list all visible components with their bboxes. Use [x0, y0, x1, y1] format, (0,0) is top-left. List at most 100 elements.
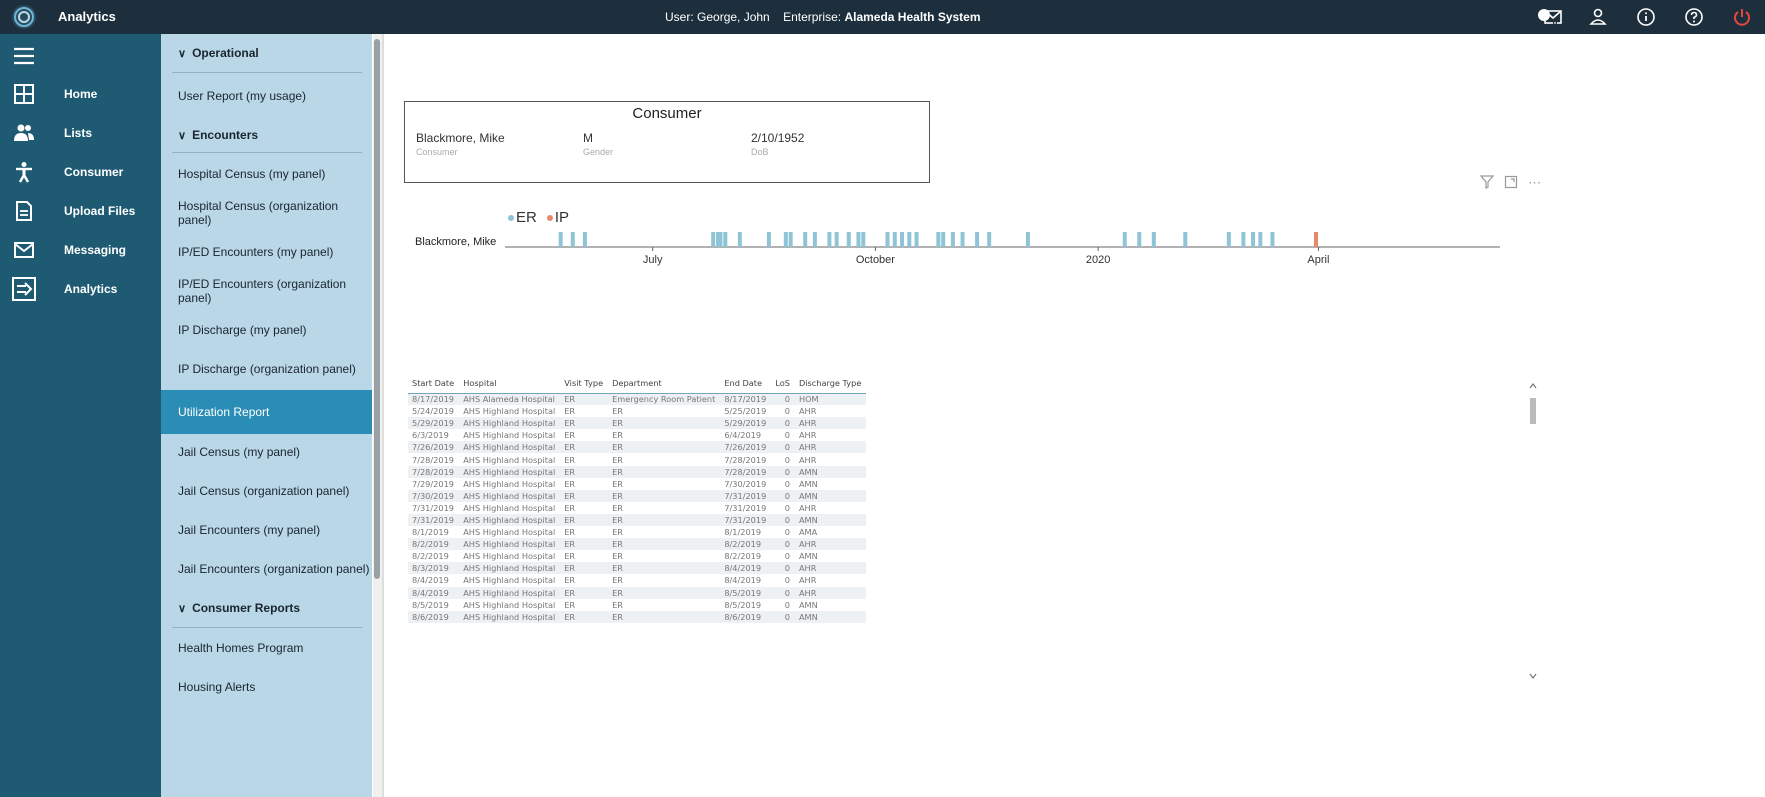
timeline-event-er[interactable]: [960, 232, 965, 247]
nav-section-encounters[interactable]: ∨ Encounters: [161, 113, 372, 157]
nav-item-hospital-census-my[interactable]: Hospital Census (my panel): [161, 152, 372, 196]
power-logout-icon[interactable]: [1729, 4, 1755, 30]
nav-item-hospital-census-org[interactable]: Hospital Census (organization panel): [161, 191, 372, 235]
legend-item-ip[interactable]: IP: [546, 209, 569, 226]
timeline-event-er[interactable]: [834, 232, 839, 247]
table-scrollbar-thumb[interactable]: [1530, 398, 1536, 424]
info-icon[interactable]: [1633, 4, 1659, 30]
focus-mode-icon[interactable]: [1504, 175, 1518, 192]
table-row[interactable]: 7/26/2019 AHS Highland Hospital ER ER 7/26/2…: [408, 441, 867, 454]
table-row[interactable]: 7/28/2019 AHS Highland Hospital ER ER 7/28/2…: [408, 465, 867, 478]
table-row[interactable]: 7/31/2019 AHS Highland Hospital ER ER 7/31/2…: [408, 502, 866, 514]
mail-notifications-icon[interactable]: 0: [1537, 4, 1563, 30]
sidebar-item-consumer[interactable]: Consumer: [0, 155, 161, 189]
table-scrollbar[interactable]: [1527, 378, 1539, 688]
nav-item-jail-encounters-my[interactable]: Jail Encounters (my panel): [161, 508, 372, 552]
timeline-event-er[interactable]: [1137, 232, 1142, 247]
nav-item-user-report[interactable]: User Report (my usage): [161, 74, 372, 118]
timeline-event-er[interactable]: [900, 232, 905, 247]
table-row[interactable]: 7/28/2019 AHS Highland Hospital ER ER 7/28/2…: [408, 453, 866, 465]
nav-item-jail-encounters-org[interactable]: Jail Encounters (organization panel): [161, 547, 372, 591]
timeline-event-ip[interactable]: [1314, 232, 1319, 247]
nav-item-utilization-report[interactable]: Utilization Report: [161, 390, 372, 434]
nav-item-iped-encounters-org[interactable]: IP/ED Encounters (organization panel): [161, 269, 372, 313]
column-header[interactable]: Department: [608, 374, 721, 394]
table-row[interactable]: 8/2/2019 AHS Highland Hospital ER ER 8/2/201…: [408, 550, 866, 562]
legend-item-er[interactable]: ER: [508, 209, 537, 226]
nav-item-health-homes[interactable]: Health Homes Program: [161, 626, 372, 670]
timeline-event-er[interactable]: [788, 232, 793, 247]
column-header[interactable]: Visit Type: [560, 374, 609, 394]
timeline-event-er[interactable]: [975, 232, 980, 247]
timeline-event-er[interactable]: [861, 232, 866, 247]
hamburger-menu-icon[interactable]: [12, 44, 36, 68]
nav-scrollbar[interactable]: [373, 34, 382, 797]
nav-scrollbar-thumb[interactable]: [374, 39, 380, 579]
table-row[interactable]: 8/1/2019 AHS Highland Hospital ER ER 8/1/201…: [408, 526, 866, 538]
table-row[interactable]: 6/3/2019 AHS Highland Hospital ER ER 6/4/201…: [408, 429, 866, 441]
timeline-event-er[interactable]: [582, 232, 587, 247]
app-logo-icon[interactable]: [10, 3, 38, 31]
filter-icon[interactable]: [1479, 175, 1495, 192]
more-options-icon[interactable]: ⋯: [1528, 175, 1541, 192]
table-row[interactable]: 7/29/2019 AHS Highland Hospital ER ER 7/30/2…: [408, 478, 866, 490]
timeline-event-er[interactable]: [1025, 232, 1030, 247]
timeline-event-er[interactable]: [907, 232, 912, 247]
column-header[interactable]: Hospital: [459, 374, 561, 394]
timeline-event-er[interactable]: [570, 232, 575, 247]
column-header[interactable]: LoS: [771, 374, 795, 394]
column-header[interactable]: End Date: [720, 374, 772, 394]
nav-section-consumer-reports[interactable]: ∨ Consumer Reports: [161, 586, 372, 630]
timeline-event-er[interactable]: [711, 232, 716, 247]
sidebar-item-upload-files[interactable]: Upload Files: [0, 194, 161, 228]
table-row[interactable]: 8/4/2019 AHS Highland Hospital ER ER 8/5/201…: [408, 586, 867, 599]
help-icon[interactable]: [1681, 4, 1707, 30]
table-row[interactable]: 8/3/2019 AHS Highland Hospital ER ER 8/4/201…: [408, 562, 867, 575]
nav-item-jail-census-my[interactable]: Jail Census (my panel): [161, 430, 372, 474]
nav-item-iped-encounters-my[interactable]: IP/ED Encounters (my panel): [161, 230, 372, 274]
timeline-event-er[interactable]: [783, 232, 788, 247]
timeline-event-er[interactable]: [914, 232, 919, 247]
timeline-event-er[interactable]: [737, 232, 742, 247]
sidebar-item-lists[interactable]: Lists: [0, 116, 161, 150]
timeline-event-er[interactable]: [1151, 232, 1156, 247]
timeline-event-er[interactable]: [766, 232, 771, 247]
table-row[interactable]: 8/6/2019 AHS Highland Hospital ER ER 8/6/201…: [408, 610, 867, 623]
nav-item-ip-discharge-org[interactable]: IP Discharge (organization panel): [161, 347, 372, 391]
timeline-event-er[interactable]: [812, 232, 817, 247]
column-header[interactable]: Discharge Type: [794, 374, 867, 394]
table-row[interactable]: 7/31/2019 AHS Highland Hospital ER ER 7/31/2…: [408, 513, 867, 527]
table-row[interactable]: 5/29/2019 AHS Highland Hospital ER ER 5/29/2…: [408, 417, 867, 430]
timeline-event-er[interactable]: [885, 232, 890, 247]
timeline-event-er[interactable]: [1183, 232, 1188, 247]
user-profile-icon[interactable]: [1585, 4, 1611, 30]
timeline-event-er[interactable]: [723, 232, 728, 247]
timeline-event-er[interactable]: [1226, 232, 1231, 247]
timeline-event-er[interactable]: [941, 232, 946, 247]
timeline-event-er[interactable]: [1270, 232, 1275, 247]
timeline-event-er[interactable]: [718, 232, 723, 247]
timeline-event-er[interactable]: [827, 232, 832, 247]
timeline-event-er[interactable]: [558, 232, 563, 247]
timeline-event-er[interactable]: [803, 232, 808, 247]
sidebar-item-messaging[interactable]: Messaging: [0, 233, 161, 267]
nav-section-operational[interactable]: ∨ Operational: [161, 34, 372, 75]
timeline-event-er[interactable]: [892, 232, 897, 247]
sidebar-item-analytics[interactable]: Analytics: [0, 272, 161, 306]
nav-item-jail-census-org[interactable]: Jail Census (organization panel): [161, 469, 372, 513]
timeline-event-er[interactable]: [1251, 232, 1256, 247]
timeline-event-er[interactable]: [856, 232, 861, 247]
timeline-event-er[interactable]: [950, 232, 955, 247]
table-row[interactable]: 8/2/2019 AHS Highland Hospital ER ER 8/2/201…: [408, 538, 867, 551]
table-row[interactable]: 7/30/2019 AHS Highland Hospital ER ER 7/31/2…: [408, 489, 867, 502]
nav-item-ip-discharge-my[interactable]: IP Discharge (my panel): [161, 308, 372, 352]
sidebar-item-home[interactable]: Home: [0, 77, 161, 111]
timeline-event-er[interactable]: [1258, 232, 1263, 247]
timeline-event-er[interactable]: [1241, 232, 1246, 247]
table-row[interactable]: 5/24/2019 AHS Highland Hospital ER ER 5/25/2…: [408, 405, 866, 417]
column-header[interactable]: Start Date: [408, 374, 460, 394]
table-row[interactable]: 8/17/2019 AHS Alameda Hospital ER Emergency…: [408, 393, 867, 406]
table-row[interactable]: 8/4/2019 AHS Highland Hospital ER ER 8/4/201…: [408, 574, 866, 586]
table-row[interactable]: 8/5/2019 AHS Highland Hospital ER ER 8/5/201…: [408, 599, 866, 611]
timeline-event-er[interactable]: [846, 232, 851, 247]
